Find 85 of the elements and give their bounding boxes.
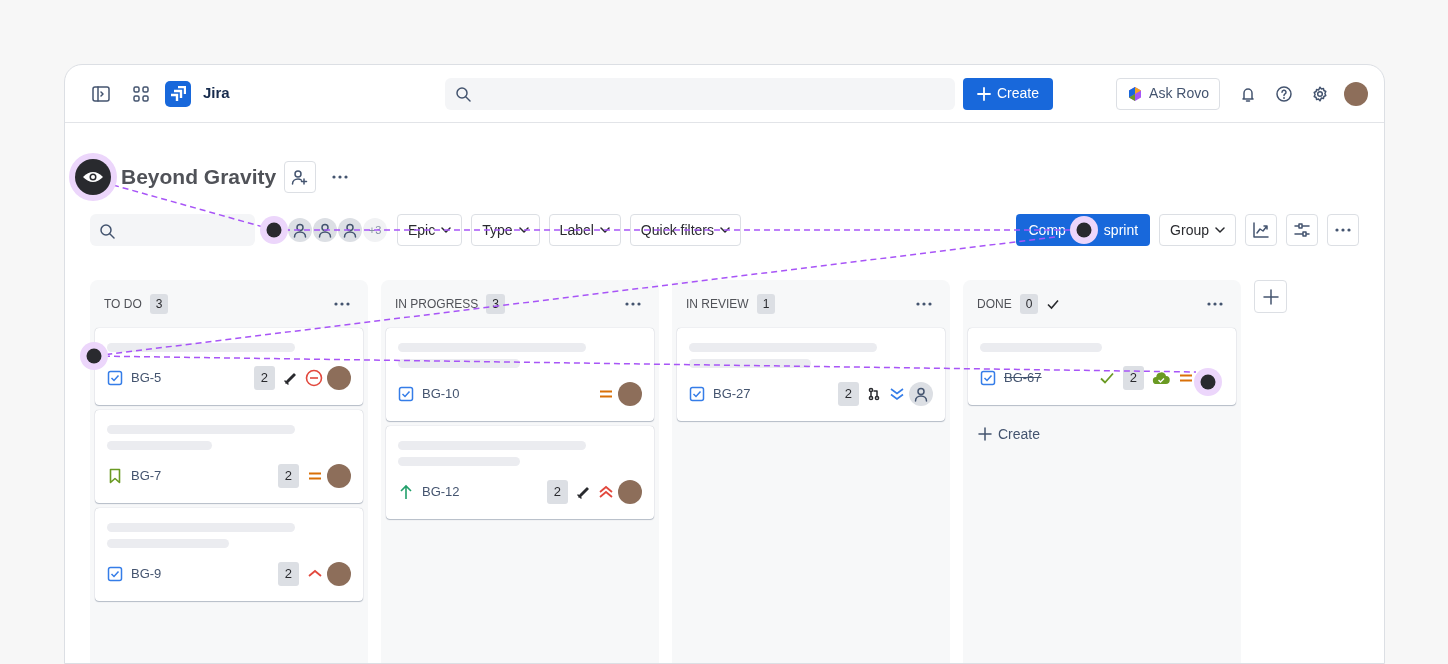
assignee-avatar[interactable] — [327, 366, 351, 390]
ask-rovo-button[interactable]: Ask Rovo — [1116, 77, 1220, 110]
column-title: IN REVIEW — [686, 296, 749, 313]
story-points: 2 — [277, 562, 299, 586]
more-icon — [332, 175, 349, 179]
issue-card[interactable]: BG-12 2 — [386, 426, 654, 519]
app-logo-icon[interactable] — [165, 80, 191, 107]
create-issue-button[interactable]: Create — [968, 418, 1051, 450]
person-icon — [317, 222, 333, 238]
add-people-button[interactable] — [284, 161, 317, 193]
app-name: Jira — [203, 83, 230, 104]
issue-key[interactable]: BG-27 — [713, 384, 751, 404]
sliders-icon — [1294, 222, 1310, 238]
column-title: TO DO — [104, 296, 142, 313]
filter-dropdown[interactable]: Quick filters — [629, 214, 741, 246]
person-icon — [292, 222, 308, 238]
person-icon — [913, 386, 929, 402]
hexagon-logo-icon — [1127, 85, 1144, 102]
story-points: 2 — [277, 464, 299, 488]
marker-dot[interactable] — [1194, 368, 1222, 396]
issue-count: 1 — [756, 294, 776, 314]
chevron-down-icon — [720, 227, 730, 233]
add-column-button[interactable] — [1254, 280, 1287, 313]
board-search-field[interactable] — [90, 214, 255, 246]
create-button[interactable]: Create — [963, 77, 1054, 110]
story-points: 2 — [546, 480, 568, 504]
help-icon — [1276, 85, 1292, 102]
unassigned-avatar[interactable] — [909, 382, 933, 406]
issue-card[interactable]: BG-9 2 — [95, 508, 363, 601]
chevron-down-icon — [518, 227, 529, 233]
story-points: 2 — [1122, 366, 1144, 390]
column-title: DONE — [977, 296, 1012, 313]
issue-card[interactable]: BG-10 — [386, 328, 654, 421]
filter-avatar[interactable] — [288, 218, 312, 242]
sidebar-icon — [92, 85, 110, 102]
more-icon — [916, 302, 932, 306]
issue-key[interactable]: BG-5 — [131, 368, 162, 388]
marker-dot[interactable] — [1070, 216, 1098, 244]
filter-dropdown[interactable]: Epic — [397, 214, 463, 246]
issue-key[interactable]: BG-7 — [131, 466, 162, 486]
assignee-avatar[interactable] — [327, 464, 351, 488]
chevron-down-icon — [599, 227, 610, 233]
project-title: Beyond Gravity — [121, 164, 277, 190]
group-dropdown[interactable]: Group — [1159, 214, 1236, 246]
marker-dot[interactable] — [80, 342, 108, 370]
filter-dropdown[interactable]: Label — [548, 214, 621, 246]
eye-marker-icon[interactable] — [69, 153, 117, 201]
issue-count: 0 — [1019, 294, 1039, 314]
issue-card[interactable]: BG-7 2 — [95, 410, 363, 503]
column-title: IN PROGRESS — [395, 296, 479, 313]
insights-button[interactable] — [1245, 214, 1277, 246]
story-points: 2 — [837, 382, 859, 406]
search-field[interactable] — [445, 77, 955, 110]
plus-icon — [978, 427, 992, 441]
filter-avatar[interactable] — [313, 218, 337, 242]
plus-icon — [977, 86, 991, 101]
issue-card[interactable]: BG-27 2 — [677, 328, 945, 421]
person-icon — [342, 222, 358, 238]
issue-card[interactable]: BG-5 2 — [95, 328, 363, 405]
more-icon — [1207, 302, 1223, 306]
issue-card[interactable]: BG-67 2 — [968, 328, 1236, 405]
assignee-avatar[interactable] — [618, 480, 642, 504]
issue-key[interactable]: BG-9 — [131, 564, 162, 584]
issue-key[interactable]: BG-67 — [1004, 368, 1042, 388]
issue-key[interactable]: BG-10 — [422, 384, 460, 404]
issue-count: 3 — [149, 294, 169, 314]
marker-dot[interactable] — [260, 216, 288, 244]
plus-icon — [1262, 288, 1279, 305]
chevron-down-icon — [441, 227, 452, 233]
filter-avatar[interactable] — [338, 218, 362, 242]
bell-icon — [1240, 85, 1256, 102]
more-icon — [625, 302, 641, 306]
assignee-avatar[interactable] — [327, 562, 351, 586]
line-chart-icon — [1253, 222, 1269, 238]
add-person-icon — [291, 169, 310, 185]
view-settings-button[interactable] — [1286, 214, 1318, 246]
profile-avatar[interactable] — [1344, 81, 1368, 106]
more-icon — [334, 302, 350, 306]
assignee-avatar[interactable] — [618, 382, 642, 406]
story-points: 2 — [253, 366, 275, 390]
settings-icon — [1312, 85, 1328, 102]
grid-icon — [133, 85, 149, 102]
more-icon — [1335, 228, 1351, 232]
chevron-down-icon — [1215, 227, 1225, 233]
issue-key[interactable]: BG-12 — [422, 482, 460, 502]
